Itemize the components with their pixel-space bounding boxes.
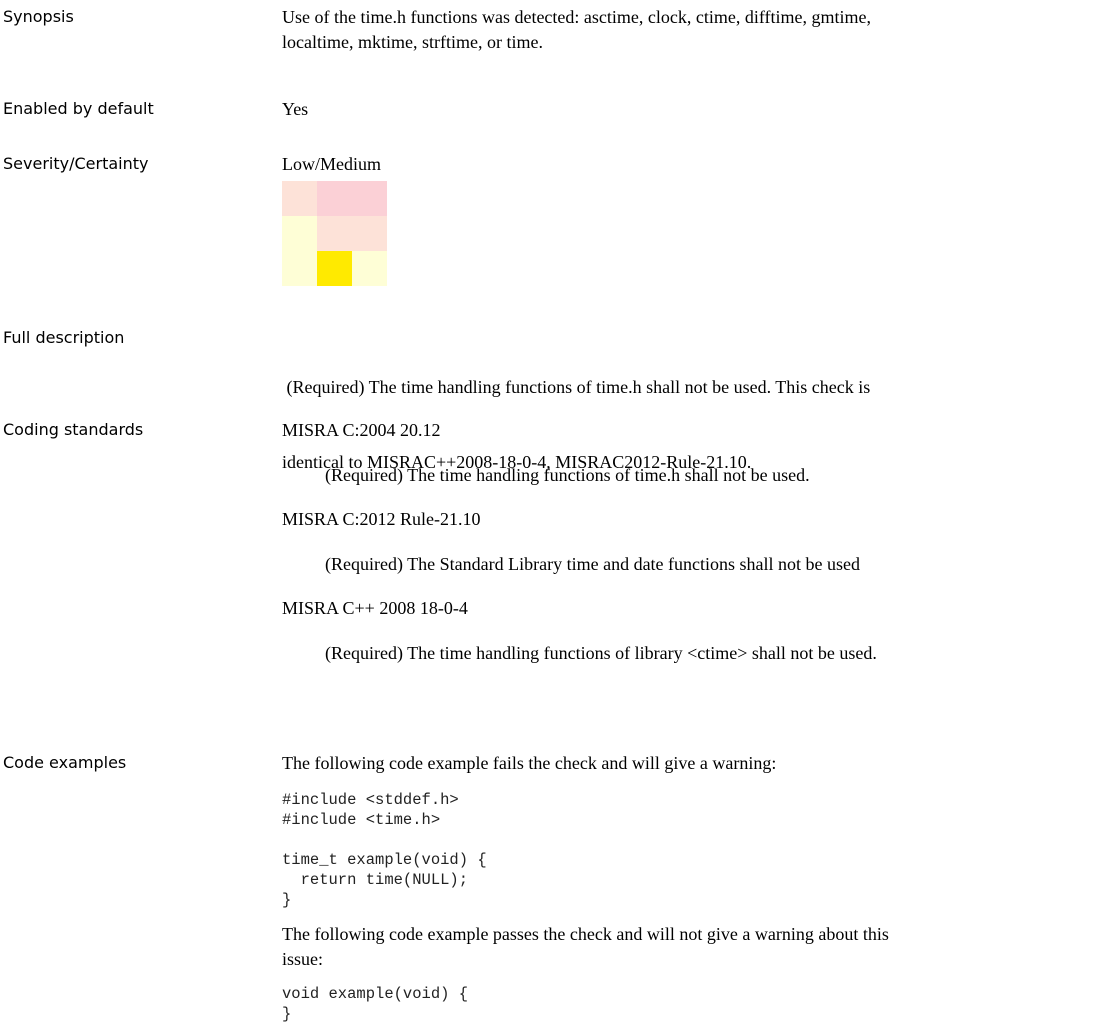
coding-standards-label: Coding standards bbox=[3, 420, 144, 439]
full-description-line-1: (Required) The time handling functions o… bbox=[282, 377, 871, 397]
severity-certainty-grid bbox=[282, 181, 387, 286]
synopsis-text: Use of the time.h functions was detected… bbox=[282, 5, 1097, 55]
code-examples-label: Code examples bbox=[3, 753, 127, 772]
severity-cell-2-2 bbox=[352, 251, 387, 286]
severity-cell-1-1 bbox=[317, 216, 352, 251]
standard-text: (Required) The Standard Library time and… bbox=[325, 554, 861, 574]
fail-code-block: #include <stddef.h> #include <time.h> ti… bbox=[282, 791, 487, 909]
synopsis-line-1: Use of the time.h functions was detected… bbox=[282, 7, 871, 27]
synopsis-line-2: localtime, mktime, strftime, or time. bbox=[282, 32, 543, 52]
enabled-value: Yes bbox=[282, 99, 309, 119]
pass-code-block: void example(void) { } bbox=[282, 985, 469, 1023]
pass-example-intro-line-1: The following code example passes the ch… bbox=[282, 924, 889, 944]
severity-value: Low/Medium bbox=[282, 154, 381, 174]
synopsis-label: Synopsis bbox=[3, 7, 74, 26]
severity-cell-0-0 bbox=[282, 181, 317, 216]
severity-cell-0-1 bbox=[317, 181, 352, 216]
severity-cell-1-0 bbox=[282, 216, 317, 251]
coding-standards-list: MISRA C:2004 20.12 (Required) The time h… bbox=[282, 418, 1097, 666]
standard-name: MISRA C:2004 20.12 bbox=[282, 420, 441, 440]
standard-text: (Required) The time handling functions o… bbox=[325, 465, 810, 485]
code-examples-body: The following code example fails the che… bbox=[282, 751, 1097, 1024]
standard-name: MISRA C++ 2008 18-0-4 bbox=[282, 598, 468, 618]
severity-cell-2-1 bbox=[317, 251, 352, 286]
standard-name: MISRA C:2012 Rule-21.10 bbox=[282, 509, 481, 529]
severity-cell-2-0 bbox=[282, 251, 317, 286]
severity-cell-1-2 bbox=[352, 216, 387, 251]
full-description-label: Full description bbox=[3, 328, 125, 347]
severity-label: Severity/Certainty bbox=[3, 154, 149, 173]
enabled-label: Enabled by default bbox=[3, 99, 154, 118]
severity-cell-0-2 bbox=[352, 181, 387, 216]
standard-text: (Required) The time handling functions o… bbox=[325, 643, 877, 663]
fail-example-intro: The following code example fails the che… bbox=[282, 753, 777, 773]
pass-example-intro-line-2: issue: bbox=[282, 949, 324, 969]
